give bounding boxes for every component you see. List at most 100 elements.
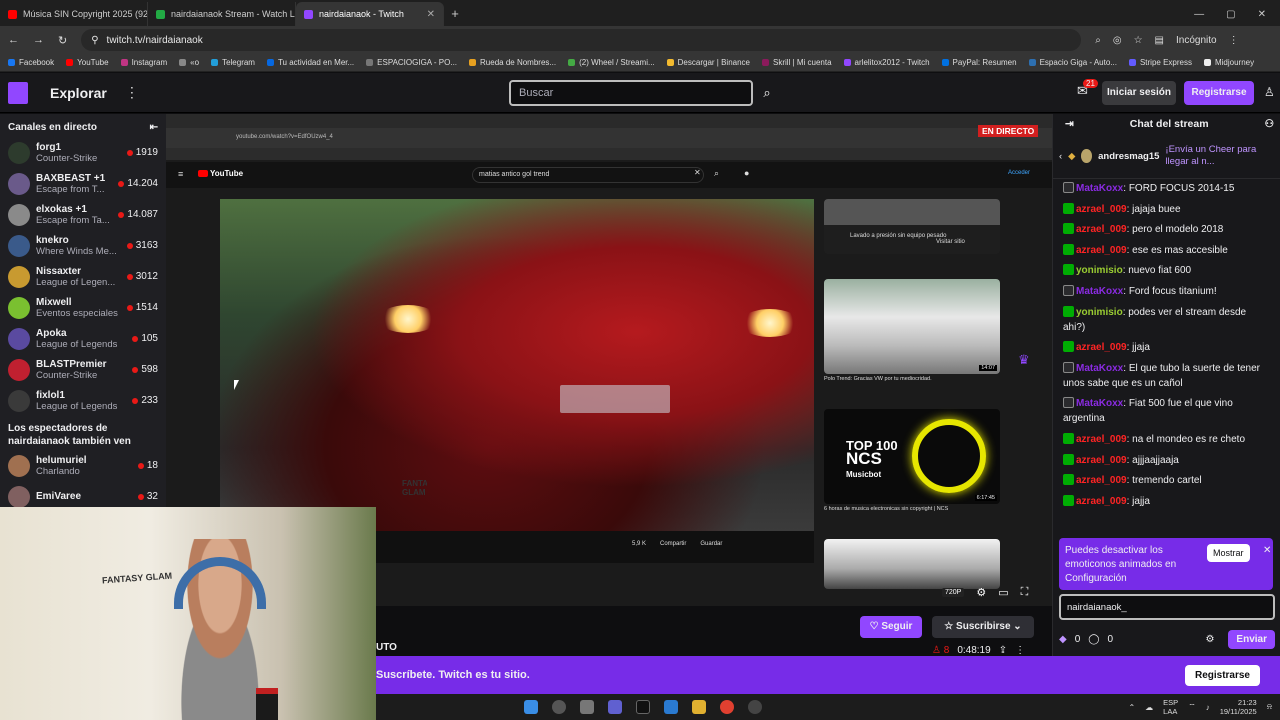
wifi-icon[interactable]: ⌔ [1188, 702, 1196, 712]
sidebar-channel[interactable]: Mixwell Eventos especiales 1514 [0, 292, 166, 323]
chat-username[interactable]: azrael_009 [1076, 245, 1127, 256]
chrome-icon[interactable] [720, 700, 734, 714]
sidebar-channel[interactable]: BLASTPremier Counter-Strike 598 [0, 354, 166, 385]
bookmark-item[interactable]: Skrill | Mi cuenta [762, 58, 832, 67]
maximize-icon[interactable]: ▢ [1226, 9, 1235, 20]
subscribe-button[interactable]: ☆ Suscribirse ⌄ [932, 616, 1034, 638]
twitch-logo-icon[interactable] [8, 81, 28, 104]
chevron-left-icon[interactable]: ‹ [1059, 151, 1062, 162]
send-button[interactable]: Enviar [1228, 630, 1275, 649]
bits-icon[interactable]: ◆ [1059, 634, 1067, 645]
explore-link[interactable]: Explorar [50, 85, 107, 101]
tray-app-icon[interactable]: ☁ [1145, 703, 1153, 712]
chat-username[interactable]: MataKoxx [1076, 398, 1123, 409]
chat-settings-icon[interactable]: ⚙ [1205, 634, 1214, 645]
meet-icon[interactable] [608, 700, 622, 714]
browser-tab[interactable]: nairdaianaok Stream - Watch Li✕ [148, 2, 296, 26]
close-icon[interactable]: ✕ [1263, 544, 1271, 558]
bookmark-item[interactable]: PayPal: Resumen [941, 58, 1017, 67]
bookmark-item[interactable]: Tu actividad en Mer... [266, 58, 354, 67]
tab-search-icon[interactable]: ▤ [1155, 35, 1164, 46]
chat-username[interactable]: azrael_009 [1076, 204, 1127, 215]
close-tab-icon[interactable]: ✕ [427, 9, 435, 20]
sidebar-channel[interactable]: Apoka League of Legends 105 [0, 323, 166, 354]
bookmark-item[interactable]: ESPACIOGIGA - PO... [366, 58, 457, 67]
chat-username[interactable]: MataKoxx [1076, 286, 1123, 297]
points-icon[interactable]: ◯ [1088, 634, 1099, 645]
chat-input[interactable]: nairdaianaok_ [1059, 594, 1275, 620]
reload-icon[interactable]: ↻ [58, 34, 67, 47]
bookmark-item[interactable]: arlelitox2012 - Twitch [843, 58, 930, 67]
browser-tab-active[interactable]: nairdaianaok - Twitch ✕ [296, 2, 444, 26]
sidebar-channel[interactable]: BAXBEAST +1 Escape from T... 14.204 [0, 168, 166, 199]
bookmark-item[interactable]: Midjourney [1203, 58, 1254, 67]
pinned-cheer-leaderboard[interactable]: ‹ ◆ andresmag15 ¡Envía un Cheer para lle… [1053, 134, 1280, 179]
lang-indicator[interactable]: ESP LAA [1163, 698, 1178, 716]
chat-username[interactable]: azrael_009 [1076, 475, 1127, 486]
menu-icon[interactable]: ⋮ [1229, 35, 1239, 46]
chat-users-icon[interactable]: ⚇ [1265, 118, 1274, 130]
bookmark-item[interactable]: Descargar | Binance [666, 58, 750, 67]
login-button[interactable]: Iniciar sesión [1102, 81, 1176, 105]
signup-button[interactable]: Registrarse [1184, 81, 1254, 105]
back-icon[interactable]: ← [8, 34, 19, 46]
bookmark-item[interactable]: Rueda de Nombres... [469, 58, 556, 67]
address-bar[interactable]: ⚲ twitch.tv/nairdaianaok [81, 29, 1082, 51]
new-tab-button[interactable]: + [444, 2, 466, 26]
settings-icon[interactable]: ⚙ [976, 586, 986, 599]
user-icon[interactable]: ♙ [1264, 85, 1275, 99]
obs-icon[interactable] [748, 700, 762, 714]
chat-username[interactable]: MataKoxx [1076, 363, 1123, 374]
tiktok-icon[interactable] [636, 700, 650, 714]
windows-start-icon[interactable] [524, 700, 538, 714]
task-view-icon[interactable] [580, 700, 594, 714]
bookmark-item[interactable]: Espacio Giga - Auto... [1028, 58, 1117, 67]
chat-username[interactable]: azrael_009 [1076, 496, 1127, 507]
minimize-icon[interactable]: — [1194, 9, 1204, 20]
file-explorer-icon[interactable] [692, 700, 706, 714]
tray-chevron-icon[interactable]: ⌃ [1128, 703, 1135, 712]
forward-icon[interactable]: → [33, 34, 44, 46]
chat-username[interactable]: azrael_009 [1076, 224, 1127, 235]
chat-username[interactable]: yonimisio [1076, 265, 1123, 276]
bookmark-item[interactable]: Stripe Express [1128, 58, 1192, 67]
zoom-icon[interactable]: ⌕ [1095, 35, 1101, 46]
chat-username[interactable]: azrael_009 [1076, 455, 1127, 466]
clock[interactable]: 21:23 19/11/2025 [1220, 698, 1257, 716]
notification-bell-icon[interactable]: ⍾ [1267, 702, 1272, 712]
bookmark-item[interactable]: YouTube [66, 58, 109, 67]
bookmark-item[interactable]: Facebook [8, 58, 54, 67]
follow-button[interactable]: ♡ Seguir [860, 616, 922, 638]
sidebar-channel[interactable]: forg1 Counter-Strike 1919 [0, 137, 166, 168]
chat-username[interactable]: azrael_009 [1076, 434, 1127, 445]
sidebar-channel[interactable]: knekro Where Winds Me... 3163 [0, 230, 166, 261]
bookmark-item[interactable]: Telegram [211, 58, 255, 67]
show-button[interactable]: Mostrar [1207, 544, 1250, 562]
chat-username[interactable]: MataKoxx [1076, 183, 1123, 194]
sidebar-channel[interactable]: fixlol1 League of Legends 233 [0, 385, 166, 416]
search-icon[interactable]: ⌕ [756, 80, 778, 106]
sidebar-channel[interactable]: elxokas +1 Escape from Ta... 14.087 [0, 199, 166, 230]
share-icon[interactable]: ⇪ [999, 645, 1007, 656]
expand-chat-icon[interactable]: ⇥ [1065, 118, 1074, 130]
chat-username[interactable]: azrael_009 [1076, 342, 1127, 353]
volume-icon[interactable]: ♪ [1206, 703, 1210, 712]
search-icon[interactable] [552, 700, 566, 714]
theatre-mode-icon[interactable]: ▭ [998, 586, 1008, 599]
search-input[interactable]: Buscar [509, 80, 753, 106]
bookmark-item[interactable]: Instagram [120, 58, 167, 67]
more-menu-icon[interactable]: ⋮ [125, 84, 139, 101]
bookmark-item[interactable]: «o [179, 58, 199, 67]
sidebar-channel[interactable]: Nissaxter League of Legen... 3012 [0, 261, 166, 292]
chat-username[interactable]: yonimisio [1076, 307, 1123, 318]
fullscreen-icon[interactable]: ⛶ [1021, 586, 1029, 599]
banner-signup-button[interactable]: Registrarse [1184, 664, 1260, 686]
collapse-sidebar-icon[interactable]: ⇤ [150, 122, 158, 133]
more-options-icon[interactable]: ⋮ [1015, 645, 1025, 656]
bookmark-item[interactable]: (2) Wheel / Streami... [568, 58, 655, 67]
store-icon[interactable] [664, 700, 678, 714]
bookmark-star-icon[interactable]: ☆ [1134, 35, 1143, 46]
site-info-icon[interactable]: ⚲ [91, 35, 98, 46]
tracking-icon[interactable]: ◎ [1113, 35, 1122, 46]
close-window-icon[interactable]: ✕ [1258, 9, 1266, 20]
